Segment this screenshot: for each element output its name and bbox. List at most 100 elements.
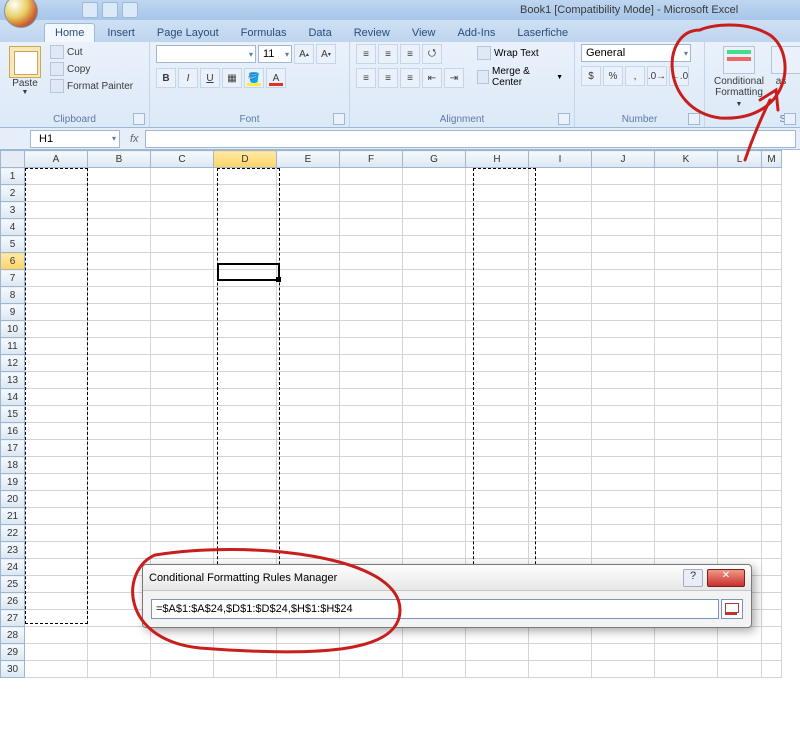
- cell-E14[interactable]: [277, 389, 340, 406]
- cell-D4[interactable]: [214, 219, 277, 236]
- cell-G3[interactable]: [403, 202, 466, 219]
- cell-E7[interactable]: [277, 270, 340, 287]
- cell-K28[interactable]: [655, 627, 718, 644]
- cell-F10[interactable]: [340, 321, 403, 338]
- cell-A24[interactable]: [25, 559, 88, 576]
- cell-E2[interactable]: [277, 185, 340, 202]
- cell-F29[interactable]: [340, 644, 403, 661]
- cell-H11[interactable]: [466, 338, 529, 355]
- cell-E8[interactable]: [277, 287, 340, 304]
- increase-indent-button[interactable]: ⇥: [444, 68, 464, 88]
- row-header-2[interactable]: 2: [1, 185, 25, 202]
- cell-I9[interactable]: [529, 304, 592, 321]
- cell-M26[interactable]: [762, 593, 782, 610]
- cell-K13[interactable]: [655, 372, 718, 389]
- cell-B14[interactable]: [88, 389, 151, 406]
- row-header-8[interactable]: 8: [1, 287, 25, 304]
- cell-G7[interactable]: [403, 270, 466, 287]
- cell-E3[interactable]: [277, 202, 340, 219]
- cell-I11[interactable]: [529, 338, 592, 355]
- cell-J14[interactable]: [592, 389, 655, 406]
- row-header-9[interactable]: 9: [1, 304, 25, 321]
- col-header-I[interactable]: I: [529, 151, 592, 168]
- cell-I1[interactable]: [529, 168, 592, 185]
- cell-B11[interactable]: [88, 338, 151, 355]
- tab-laserfiche[interactable]: Laserfiche: [507, 24, 578, 42]
- cell-H12[interactable]: [466, 355, 529, 372]
- cell-G20[interactable]: [403, 491, 466, 508]
- cell-D15[interactable]: [214, 406, 277, 423]
- cell-E15[interactable]: [277, 406, 340, 423]
- cell-G14[interactable]: [403, 389, 466, 406]
- cell-E20[interactable]: [277, 491, 340, 508]
- comma-button[interactable]: ,: [625, 66, 645, 86]
- cell-M3[interactable]: [762, 202, 782, 219]
- cell-M17[interactable]: [762, 440, 782, 457]
- cell-A29[interactable]: [25, 644, 88, 661]
- cell-G6[interactable]: [403, 253, 466, 270]
- cell-I15[interactable]: [529, 406, 592, 423]
- cell-C16[interactable]: [151, 423, 214, 440]
- cell-F13[interactable]: [340, 372, 403, 389]
- cell-B1[interactable]: [88, 168, 151, 185]
- cell-K16[interactable]: [655, 423, 718, 440]
- cell-H21[interactable]: [466, 508, 529, 525]
- increase-decimal-button[interactable]: .0→: [647, 66, 667, 86]
- cell-H3[interactable]: [466, 202, 529, 219]
- cell-K21[interactable]: [655, 508, 718, 525]
- cell-G30[interactable]: [403, 661, 466, 678]
- cell-H5[interactable]: [466, 236, 529, 253]
- col-header-C[interactable]: C: [151, 151, 214, 168]
- fx-label[interactable]: fx: [130, 133, 139, 145]
- cell-G13[interactable]: [403, 372, 466, 389]
- cell-L12[interactable]: [718, 355, 762, 372]
- cell-L21[interactable]: [718, 508, 762, 525]
- cell-E23[interactable]: [277, 542, 340, 559]
- cell-H23[interactable]: [466, 542, 529, 559]
- cell-F1[interactable]: [340, 168, 403, 185]
- cell-K6[interactable]: [655, 253, 718, 270]
- cell-E6[interactable]: [277, 253, 340, 270]
- row-header-19[interactable]: 19: [1, 474, 25, 491]
- cell-L16[interactable]: [718, 423, 762, 440]
- cell-F16[interactable]: [340, 423, 403, 440]
- cell-L22[interactable]: [718, 525, 762, 542]
- cell-B13[interactable]: [88, 372, 151, 389]
- row-header-27[interactable]: 27: [1, 610, 25, 627]
- cell-F6[interactable]: [340, 253, 403, 270]
- row-header-24[interactable]: 24: [1, 559, 25, 576]
- cell-C7[interactable]: [151, 270, 214, 287]
- cell-B5[interactable]: [88, 236, 151, 253]
- cell-H15[interactable]: [466, 406, 529, 423]
- cell-C4[interactable]: [151, 219, 214, 236]
- range-picker-button[interactable]: [721, 599, 743, 619]
- cell-B6[interactable]: [88, 253, 151, 270]
- cell-H7[interactable]: [466, 270, 529, 287]
- cell-H4[interactable]: [466, 219, 529, 236]
- cell-C22[interactable]: [151, 525, 214, 542]
- cell-A17[interactable]: [25, 440, 88, 457]
- cell-H18[interactable]: [466, 457, 529, 474]
- cell-L9[interactable]: [718, 304, 762, 321]
- cell-B29[interactable]: [88, 644, 151, 661]
- cell-K4[interactable]: [655, 219, 718, 236]
- col-header-K[interactable]: K: [655, 151, 718, 168]
- cell-A12[interactable]: [25, 355, 88, 372]
- cell-L17[interactable]: [718, 440, 762, 457]
- cell-M28[interactable]: [762, 627, 782, 644]
- cell-H17[interactable]: [466, 440, 529, 457]
- row-header-23[interactable]: 23: [1, 542, 25, 559]
- cell-A26[interactable]: [25, 593, 88, 610]
- cell-D20[interactable]: [214, 491, 277, 508]
- cell-I10[interactable]: [529, 321, 592, 338]
- cell-G19[interactable]: [403, 474, 466, 491]
- cell-K3[interactable]: [655, 202, 718, 219]
- cell-H16[interactable]: [466, 423, 529, 440]
- cell-E10[interactable]: [277, 321, 340, 338]
- col-header-F[interactable]: F: [340, 151, 403, 168]
- row-header-28[interactable]: 28: [1, 627, 25, 644]
- cell-J29[interactable]: [592, 644, 655, 661]
- cell-H8[interactable]: [466, 287, 529, 304]
- cell-M18[interactable]: [762, 457, 782, 474]
- row-header-6[interactable]: 6: [1, 253, 25, 270]
